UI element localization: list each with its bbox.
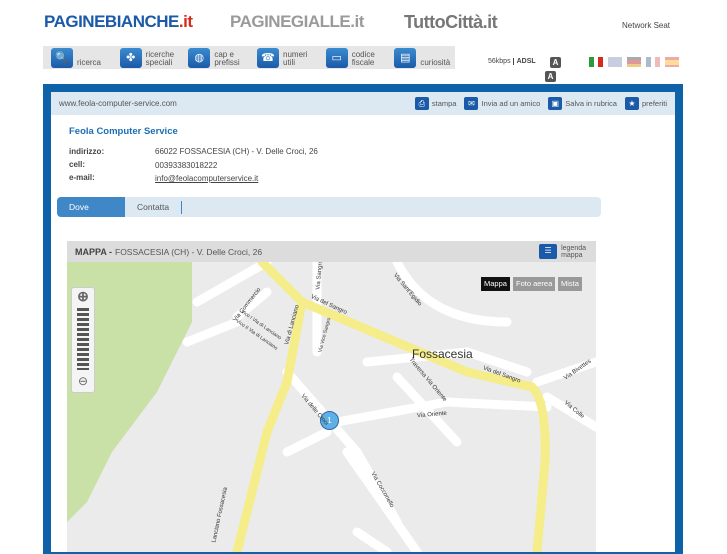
nav-ricerche-speciali[interactable]: ✤ ricerche speciali <box>112 46 181 69</box>
map[interactable]: ⊕ ⊖ Mappa Foto aerea Mista Fossacesia 1 … <box>67 262 596 552</box>
nav-curiosita[interactable]: ▤ curiosità <box>386 46 455 69</box>
connection-speed: 56kbps ADSL <box>488 58 536 65</box>
star-icon: ★ <box>624 97 639 110</box>
main-nav: 🔍 ricerca ✤ ricerche speciali ◍ cap e prefiss… <box>43 46 455 69</box>
address-value: 66022 FOSSACESIA (CH) - V. Delle Croci, … <box>155 147 318 156</box>
cell-value: 00393383018222 <box>155 161 218 170</box>
flag-de-icon[interactable] <box>627 57 641 67</box>
cell-label: cell: <box>69 160 86 169</box>
flag-en-icon[interactable] <box>608 57 622 67</box>
globe-icon: ◍ <box>188 47 211 68</box>
tab-bar: Dove Siamo Contatta <box>57 197 601 232</box>
nav-ricerca[interactable]: 🔍 ricerca <box>43 46 112 69</box>
zoom-in-icon[interactable]: ⊕ <box>72 288 94 304</box>
map-location: FOSSACESIA (CH) - V. Delle Croci, 26 <box>115 246 263 257</box>
map-title: MAPPA - <box>75 246 112 257</box>
map-legend-button[interactable]: ☰ legenda mappa <box>539 244 586 259</box>
business-name: Feola Computer Service <box>69 126 178 137</box>
clover-icon: ✤ <box>119 47 142 68</box>
folder-icon: ▣ <box>548 97 563 110</box>
phone-icon: ☎ <box>257 47 280 68</box>
mail-icon: ✉ <box>464 97 479 110</box>
email-link[interactable]: info@feolacomputerservice.it <box>155 174 258 183</box>
zoom-control[interactable]: ⊕ ⊖ <box>71 287 95 393</box>
nav-codice-fiscale[interactable]: ▭ codice fiscale <box>318 46 387 69</box>
tuttocitta-logo[interactable]: TuttoCittà.it <box>404 12 498 33</box>
map-type-mappa[interactable]: Mappa <box>481 277 510 291</box>
nav-numeri-utili[interactable]: ☎ numeri utili <box>249 46 318 69</box>
nav-cap-prefissi[interactable]: ◍ cap e prefissi <box>180 46 249 69</box>
favorites-button[interactable]: ★ preferiti <box>624 97 667 110</box>
font-size-large-button[interactable]: A <box>545 71 556 82</box>
website-link[interactable]: www.feola-computer-service.com <box>59 99 415 108</box>
send-friend-button[interactable]: ✉ Invia ad un amico <box>464 97 540 110</box>
tab-divider <box>181 201 183 214</box>
save-contact-button[interactable]: ▣ Salva in rubrica <box>548 97 617 110</box>
tab-dove-siamo[interactable]: Dove Siamo <box>57 197 125 232</box>
network-seat-link[interactable]: Network Seat <box>622 21 670 30</box>
map-header: MAPPA - FOSSACESIA (CH) - V. Delle Croci… <box>67 241 596 262</box>
list-icon: ☰ <box>539 244 558 259</box>
email-label: e-mail: <box>69 173 95 182</box>
zoom-slider[interactable] <box>77 308 89 370</box>
search-icon: 🔍 <box>51 47 73 68</box>
font-size-small-button[interactable]: A <box>550 57 561 68</box>
print-button[interactable]: ⎙ stampa <box>414 97 456 110</box>
paginegialle-logo[interactable]: PAGINEGIALLE.it <box>230 12 364 32</box>
book-icon: ▤ <box>394 47 417 68</box>
tab-contatta[interactable]: Contatta <box>125 197 181 217</box>
address-label: indirizzo: <box>69 147 105 156</box>
flag-fr-icon[interactable] <box>646 57 661 67</box>
map-type-mista[interactable]: Mista <box>558 277 582 291</box>
url-bar: www.feola-computer-service.com ⎙ stampa ✉… <box>51 92 675 115</box>
flag-it-icon[interactable] <box>589 57 604 67</box>
map-type-foto-aerea[interactable]: Foto aerea <box>513 277 556 291</box>
town-label: Fossacesia <box>412 347 473 361</box>
zoom-out-icon[interactable]: ⊖ <box>72 374 94 388</box>
speed-adsl[interactable]: ADSL <box>512 58 536 65</box>
card-icon: ▭ <box>325 47 348 68</box>
print-icon: ⎙ <box>414 97 429 110</box>
flag-es-icon[interactable] <box>665 57 679 67</box>
speed-56k[interactable]: 56kbps <box>488 58 511 65</box>
paginebianche-logo[interactable]: PAGINEBIANCHE.it <box>44 12 193 32</box>
